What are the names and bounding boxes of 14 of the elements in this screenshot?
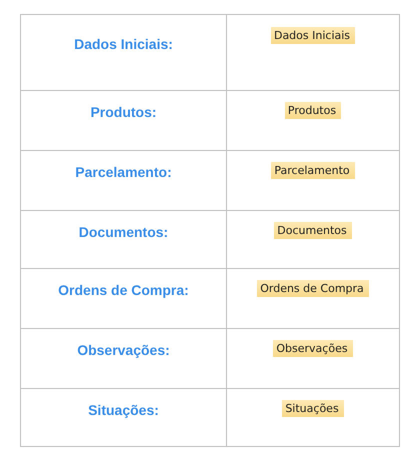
section-button[interactable]: Situações	[282, 400, 344, 417]
section-button[interactable]: Observações	[273, 340, 353, 357]
section-label: Produtos:	[90, 104, 157, 120]
section-label: Documentos:	[78, 224, 168, 240]
section-button[interactable]: Documentos	[274, 222, 352, 239]
section-button[interactable]: Parcelamento	[271, 162, 355, 179]
section-label: Dados Iniciais:	[74, 36, 173, 52]
section-label: Situações:	[88, 402, 159, 418]
section-label: Observações:	[77, 342, 170, 358]
section-label: Ordens de Compra:	[58, 282, 189, 298]
section-label: Parcelamento:	[75, 164, 172, 180]
section-button[interactable]: Ordens de Compra	[257, 280, 369, 297]
section-button[interactable]: Dados Iniciais	[270, 27, 356, 44]
section-button[interactable]: Produtos	[284, 102, 342, 119]
